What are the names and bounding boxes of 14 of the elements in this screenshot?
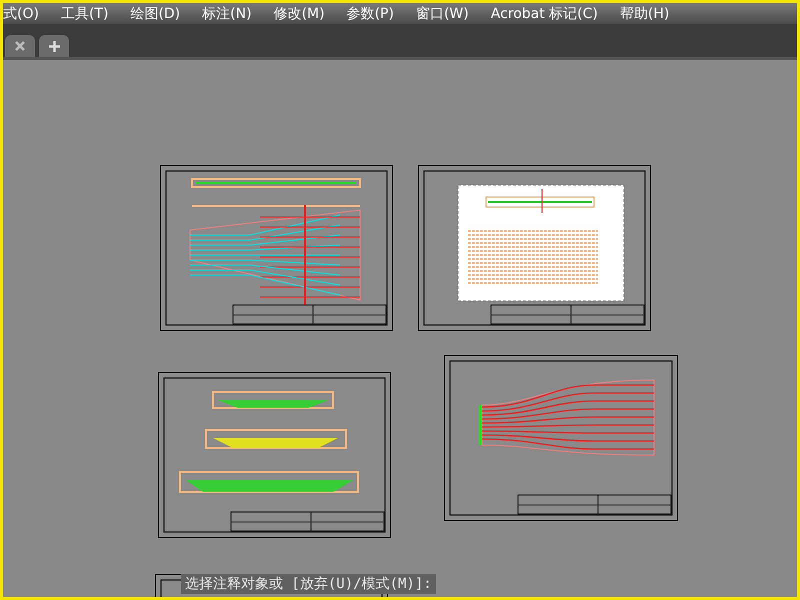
close-icon: [15, 41, 25, 51]
new-tab-button[interactable]: [39, 35, 69, 57]
menu-item[interactable]: 窗口(W): [404, 4, 480, 22]
menu-item[interactable]: 绘图(D): [119, 4, 192, 22]
menu-item[interactable]: 参数(P): [336, 4, 405, 22]
menu-item[interactable]: Acrobat 标记(C): [480, 4, 609, 22]
menu-item[interactable]: 工具(T): [50, 4, 120, 22]
menu-item[interactable]: 标注(N): [191, 4, 263, 22]
plus-icon: [48, 40, 60, 52]
menu-item[interactable]: 帮助(H): [608, 4, 680, 22]
menu-item[interactable]: 修改(M): [262, 4, 336, 22]
close-tab-button[interactable]: [5, 35, 35, 57]
menu-item[interactable]: 式(O): [3, 4, 50, 22]
command-prompt: 选择注释对象或 [放弃(U)/模式(M)]:: [181, 574, 436, 594]
